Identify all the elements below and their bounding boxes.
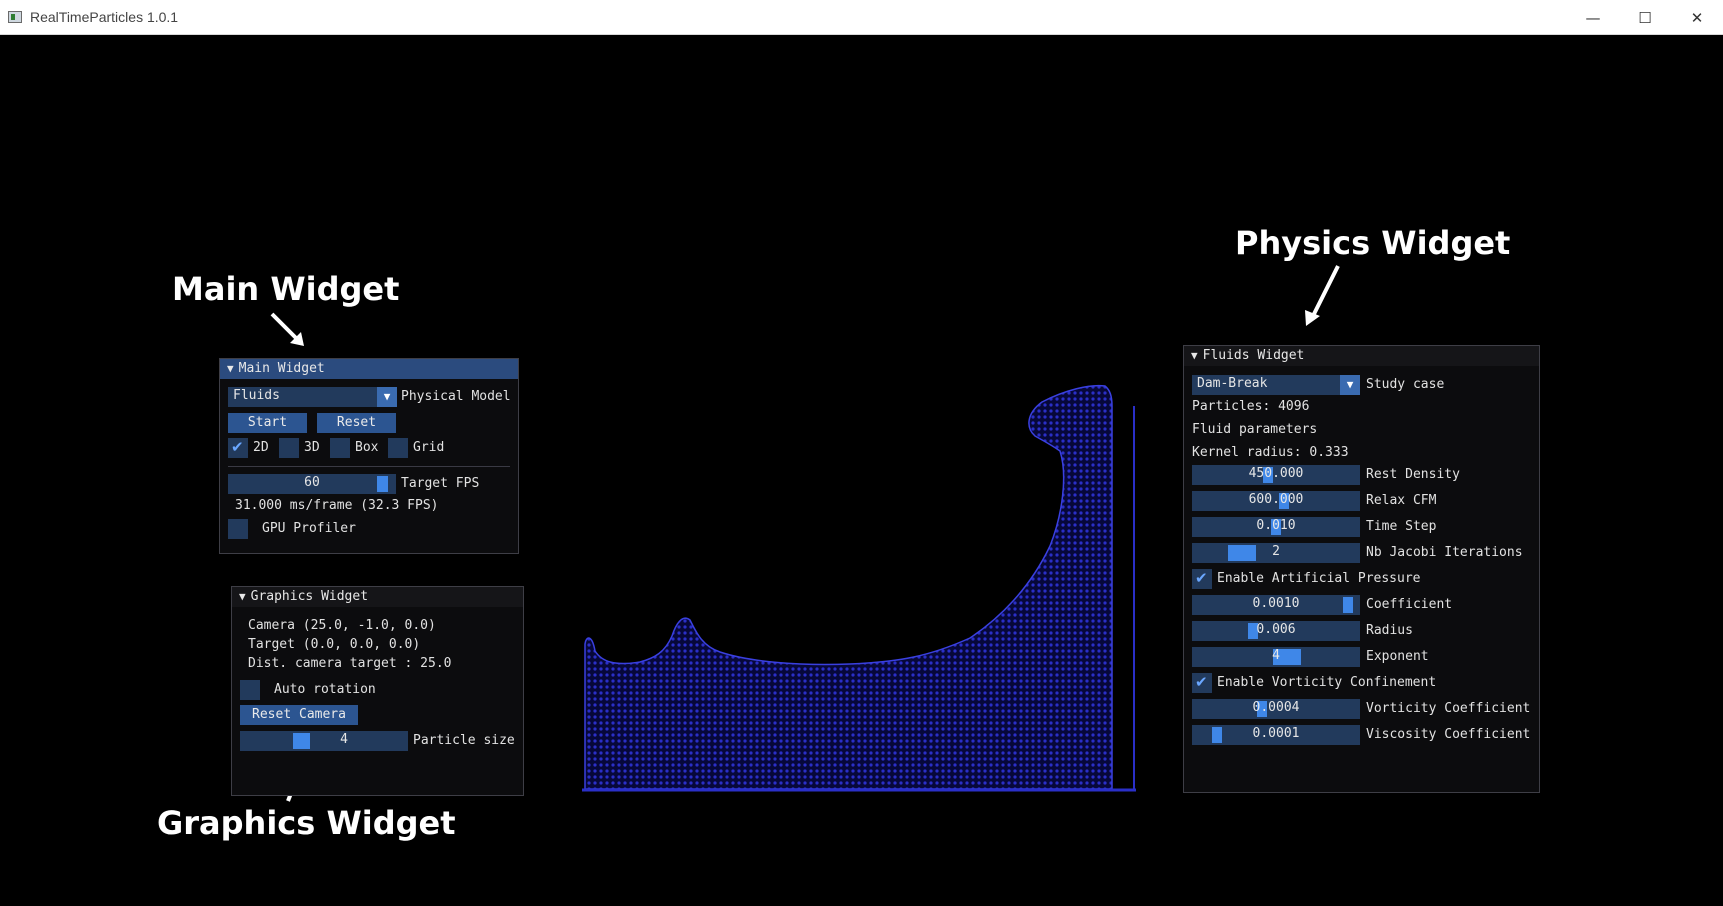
pressure-coefficient-label: Coefficient	[1366, 597, 1453, 612]
close-button[interactable]: ✕	[1671, 0, 1723, 35]
check-icon: ✔	[1195, 673, 1208, 691]
annotation-physics-widget: Physics Widget	[1235, 224, 1511, 262]
physical-model-label: Physical Model	[401, 389, 511, 404]
camera-position: Camera (25.0, -1.0, 0.0)	[248, 618, 436, 633]
rest-density-slider[interactable]: 450.000	[1192, 465, 1360, 485]
minimize-button[interactable]: —	[1567, 0, 1619, 35]
jacobi-iterations-slider[interactable]: 2	[1192, 543, 1360, 563]
annotation-main-widget: Main Widget	[172, 270, 400, 308]
collapse-icon[interactable]: ▼	[239, 587, 246, 607]
graphics-widget-titlebar[interactable]: ▼ Graphics Widget	[232, 587, 523, 607]
check-icon: ✔	[1195, 569, 1208, 587]
time-step-slider[interactable]: 0.010	[1192, 517, 1360, 537]
window-titlebar: RealTimeParticles 1.0.1 — ☐ ✕	[0, 0, 1723, 35]
time-step-label: Time Step	[1366, 519, 1437, 534]
main-widget-titlebar[interactable]: ▼ Main Widget	[220, 359, 518, 379]
physical-model-value: Fluids	[233, 388, 280, 403]
fluid-parameters-heading: Fluid parameters	[1192, 422, 1318, 437]
checkbox-grid-label: Grid	[413, 440, 445, 455]
target-fps-label: Target FPS	[401, 476, 480, 491]
chevron-down-icon[interactable]: ▼	[377, 387, 397, 407]
checkbox-2d-label: 2D	[253, 440, 269, 455]
main-widget-title: Main Widget	[238, 361, 325, 376]
start-button[interactable]: Start	[228, 413, 307, 433]
pressure-coefficient-slider[interactable]: 0.0010	[1192, 595, 1360, 615]
kernel-radius: Kernel radius: 0.333	[1192, 445, 1349, 460]
study-case-combo[interactable]: Dam-Break ▼	[1192, 375, 1360, 395]
pressure-coefficient-value: 0.0010	[1252, 596, 1300, 611]
pressure-exponent-value: 4	[1272, 648, 1280, 663]
target-fps-value: 60	[304, 475, 320, 490]
rest-density-label: Rest Density	[1366, 467, 1460, 482]
gpu-profiler-label: GPU Profiler	[262, 521, 356, 536]
relax-cfm-value: 600.000	[1248, 492, 1304, 507]
artificial-pressure-checkbox[interactable]: ✔	[1192, 569, 1212, 589]
artificial-pressure-label: Enable Artificial Pressure	[1217, 571, 1421, 586]
particle-size-slider[interactable]: 4	[240, 731, 408, 751]
graphics-widget-panel: ▼ Graphics Widget Camera (25.0, -1.0, 0.0…	[231, 586, 524, 796]
fluids-widget-title: Fluids Widget	[1202, 348, 1305, 363]
pressure-radius-slider[interactable]: 0.006	[1192, 621, 1360, 641]
separator	[228, 466, 510, 467]
collapse-icon[interactable]: ▼	[1191, 346, 1198, 366]
target-fps-slider[interactable]: 60	[228, 474, 396, 494]
collapse-icon[interactable]: ▼	[227, 359, 234, 379]
render-viewport[interactable]: Main Widget Physics Widget Graphics Widg…	[0, 36, 1723, 906]
pressure-radius-value: 0.006	[1256, 622, 1296, 637]
checkbox-2d[interactable]: ✔	[228, 438, 248, 458]
vorticity-confinement-checkbox[interactable]: ✔	[1192, 673, 1212, 693]
study-case-value: Dam-Break	[1197, 376, 1268, 391]
vorticity-confinement-label: Enable Vorticity Confinement	[1217, 675, 1437, 690]
reset-button[interactable]: Reset	[317, 413, 396, 433]
jacobi-iterations-label: Nb Jacobi Iterations	[1366, 545, 1523, 560]
physical-model-combo[interactable]: Fluids ▼	[228, 387, 397, 407]
vorticity-coefficient-slider[interactable]: 0.0004	[1192, 699, 1360, 719]
checkbox-3d-label: 3D	[304, 440, 320, 455]
viscosity-coefficient-slider[interactable]: 0.0001	[1192, 725, 1360, 745]
checkbox-box[interactable]	[330, 438, 350, 458]
checkbox-box-label: Box	[355, 440, 379, 455]
relax-cfm-slider[interactable]: 600.000	[1192, 491, 1360, 511]
fluids-widget-panel: ▼ Fluids Widget Dam-Break ▼ Study case Pa…	[1183, 345, 1540, 793]
auto-rotation-checkbox[interactable]	[240, 680, 260, 700]
rest-density-value: 450.000	[1248, 466, 1304, 481]
annotation-graphics-widget: Graphics Widget	[157, 804, 456, 842]
camera-distance: Dist. camera target : 25.0	[248, 656, 452, 671]
fluids-widget-titlebar[interactable]: ▼ Fluids Widget	[1184, 346, 1539, 366]
pressure-exponent-slider[interactable]: 4	[1192, 647, 1360, 667]
particle-size-label: Particle size	[413, 733, 515, 748]
checkbox-3d[interactable]	[279, 438, 299, 458]
fluid-simulation-view	[582, 384, 1136, 792]
pressure-radius-label: Radius	[1366, 623, 1413, 638]
main-widget-panel: ▼ Main Widget Fluids ▼ Physical Model Sta…	[219, 358, 519, 554]
arrow-icon	[270, 312, 304, 346]
check-icon: ✔	[231, 438, 244, 456]
arrow-icon	[1305, 265, 1340, 326]
particles-count: Particles: 4096	[1192, 399, 1310, 414]
jacobi-iterations-value: 2	[1272, 544, 1280, 559]
viscosity-coefficient-label: Viscosity Coefficient	[1366, 727, 1531, 742]
checkbox-grid[interactable]	[388, 438, 408, 458]
window-title: RealTimeParticles 1.0.1	[30, 9, 179, 25]
chevron-down-icon[interactable]: ▼	[1340, 375, 1360, 395]
app-icon	[8, 11, 22, 23]
maximize-button[interactable]: ☐	[1619, 0, 1671, 35]
vorticity-coefficient-label: Vorticity Coefficient	[1366, 701, 1531, 716]
camera-target: Target (0.0, 0.0, 0.0)	[248, 637, 421, 652]
pressure-exponent-label: Exponent	[1366, 649, 1429, 664]
viscosity-coefficient-value: 0.0001	[1252, 726, 1300, 741]
reset-camera-button[interactable]: Reset Camera	[240, 705, 358, 725]
frame-stats: 31.000 ms/frame (32.3 FPS)	[235, 498, 439, 513]
auto-rotation-label: Auto rotation	[274, 682, 376, 697]
relax-cfm-label: Relax CFM	[1366, 493, 1437, 508]
graphics-widget-title: Graphics Widget	[250, 589, 369, 604]
fluid-body	[584, 384, 1113, 790]
study-case-label: Study case	[1366, 377, 1445, 392]
particle-size-value: 4	[340, 732, 348, 747]
vorticity-coefficient-value: 0.0004	[1252, 700, 1300, 715]
time-step-value: 0.010	[1256, 518, 1296, 533]
gpu-profiler-checkbox[interactable]	[228, 519, 248, 539]
